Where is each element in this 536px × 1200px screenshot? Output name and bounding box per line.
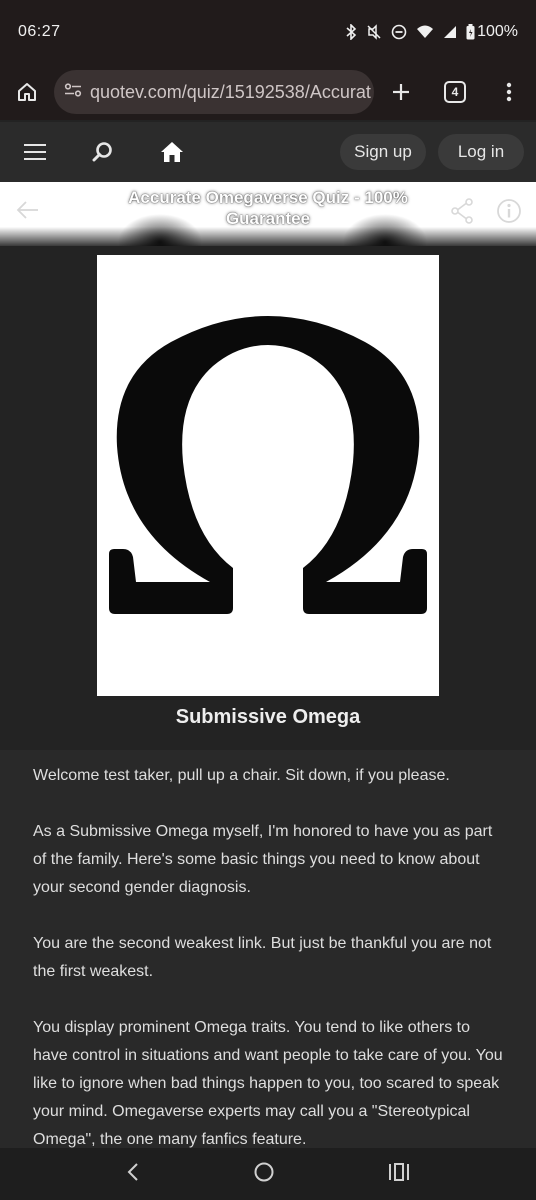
- tab-count: 4: [444, 81, 466, 103]
- description-paragraph: Welcome test taker, pull up a chair. Sit…: [33, 767, 450, 784]
- description-paragraph: As a Submissive Omega myself, I'm honore…: [33, 823, 493, 896]
- info-button[interactable]: [496, 198, 522, 229]
- plus-icon: [393, 84, 409, 100]
- result-image: [97, 255, 439, 696]
- browser-home-button[interactable]: [0, 81, 54, 103]
- status-icons: 100%: [345, 23, 518, 41]
- back-button[interactable]: [16, 200, 40, 225]
- status-time: 06:27: [18, 23, 61, 40]
- battery-percent: 100%: [477, 23, 518, 40]
- status-bar: 06:27 100%: [0, 0, 536, 64]
- url-text[interactable]: quotev.com/quiz/15192538/Accurat: [90, 82, 371, 103]
- chevron-left-icon: [127, 1162, 139, 1181]
- description-paragraph: You are the second weakest link. But jus…: [33, 935, 492, 980]
- wifi-icon: [416, 25, 434, 39]
- new-tab-button[interactable]: [374, 70, 428, 114]
- site-home-button[interactable]: [148, 132, 216, 172]
- signal-icon: [443, 25, 457, 39]
- hamburger-icon: [24, 144, 46, 160]
- sign-up-button[interactable]: Sign up: [340, 134, 426, 170]
- home-icon: [161, 142, 183, 162]
- search-button[interactable]: [80, 132, 148, 172]
- description-paragraph: You display prominent Omega traits. You …: [33, 1019, 503, 1148]
- bluetooth-icon: [345, 24, 357, 40]
- dnd-icon: [391, 24, 407, 40]
- log-in-button[interactable]: Log in: [438, 134, 524, 170]
- more-vertical-icon: [506, 82, 512, 102]
- site-navbar: Sign up Log in: [0, 122, 536, 182]
- mute-icon: [366, 24, 382, 40]
- site-settings-icon[interactable]: [64, 82, 82, 102]
- browser-toolbar: quotev.com/quiz/15192538/Accurat 4: [0, 64, 536, 120]
- omega-symbol-icon: [109, 315, 427, 614]
- battery-icon: [466, 24, 475, 40]
- nav-back-button[interactable]: [126, 1162, 140, 1187]
- home-outline-icon: [18, 83, 36, 101]
- tab-switcher-button[interactable]: 4: [428, 70, 482, 114]
- menu-button[interactable]: [12, 132, 80, 172]
- result-title: Submissive Omega: [175, 706, 361, 728]
- info-icon: [497, 199, 521, 223]
- recents-icon: [388, 1162, 409, 1181]
- address-bar[interactable]: quotev.com/quiz/15192538/Accurat: [54, 70, 374, 114]
- result-description: Welcome test taker, pull up a chair. Sit…: [0, 750, 536, 1150]
- quiz-title: Accurate Omegaverse Quiz - 100% Guarante…: [128, 188, 408, 228]
- nav-recents-button[interactable]: [388, 1162, 410, 1187]
- share-icon: [451, 198, 473, 224]
- quiz-header: Accurate Omegaverse Quiz - 100% Guarante…: [0, 182, 536, 246]
- nav-home-button[interactable]: [253, 1161, 275, 1188]
- back-arrow-icon: [16, 201, 38, 219]
- browser-menu-button[interactable]: [482, 70, 536, 114]
- share-button[interactable]: [450, 198, 474, 229]
- system-nav-bar: [0, 1148, 536, 1200]
- result-section: Submissive Omega: [0, 246, 536, 750]
- circle-home-icon: [254, 1162, 274, 1181]
- search-icon: [92, 142, 112, 162]
